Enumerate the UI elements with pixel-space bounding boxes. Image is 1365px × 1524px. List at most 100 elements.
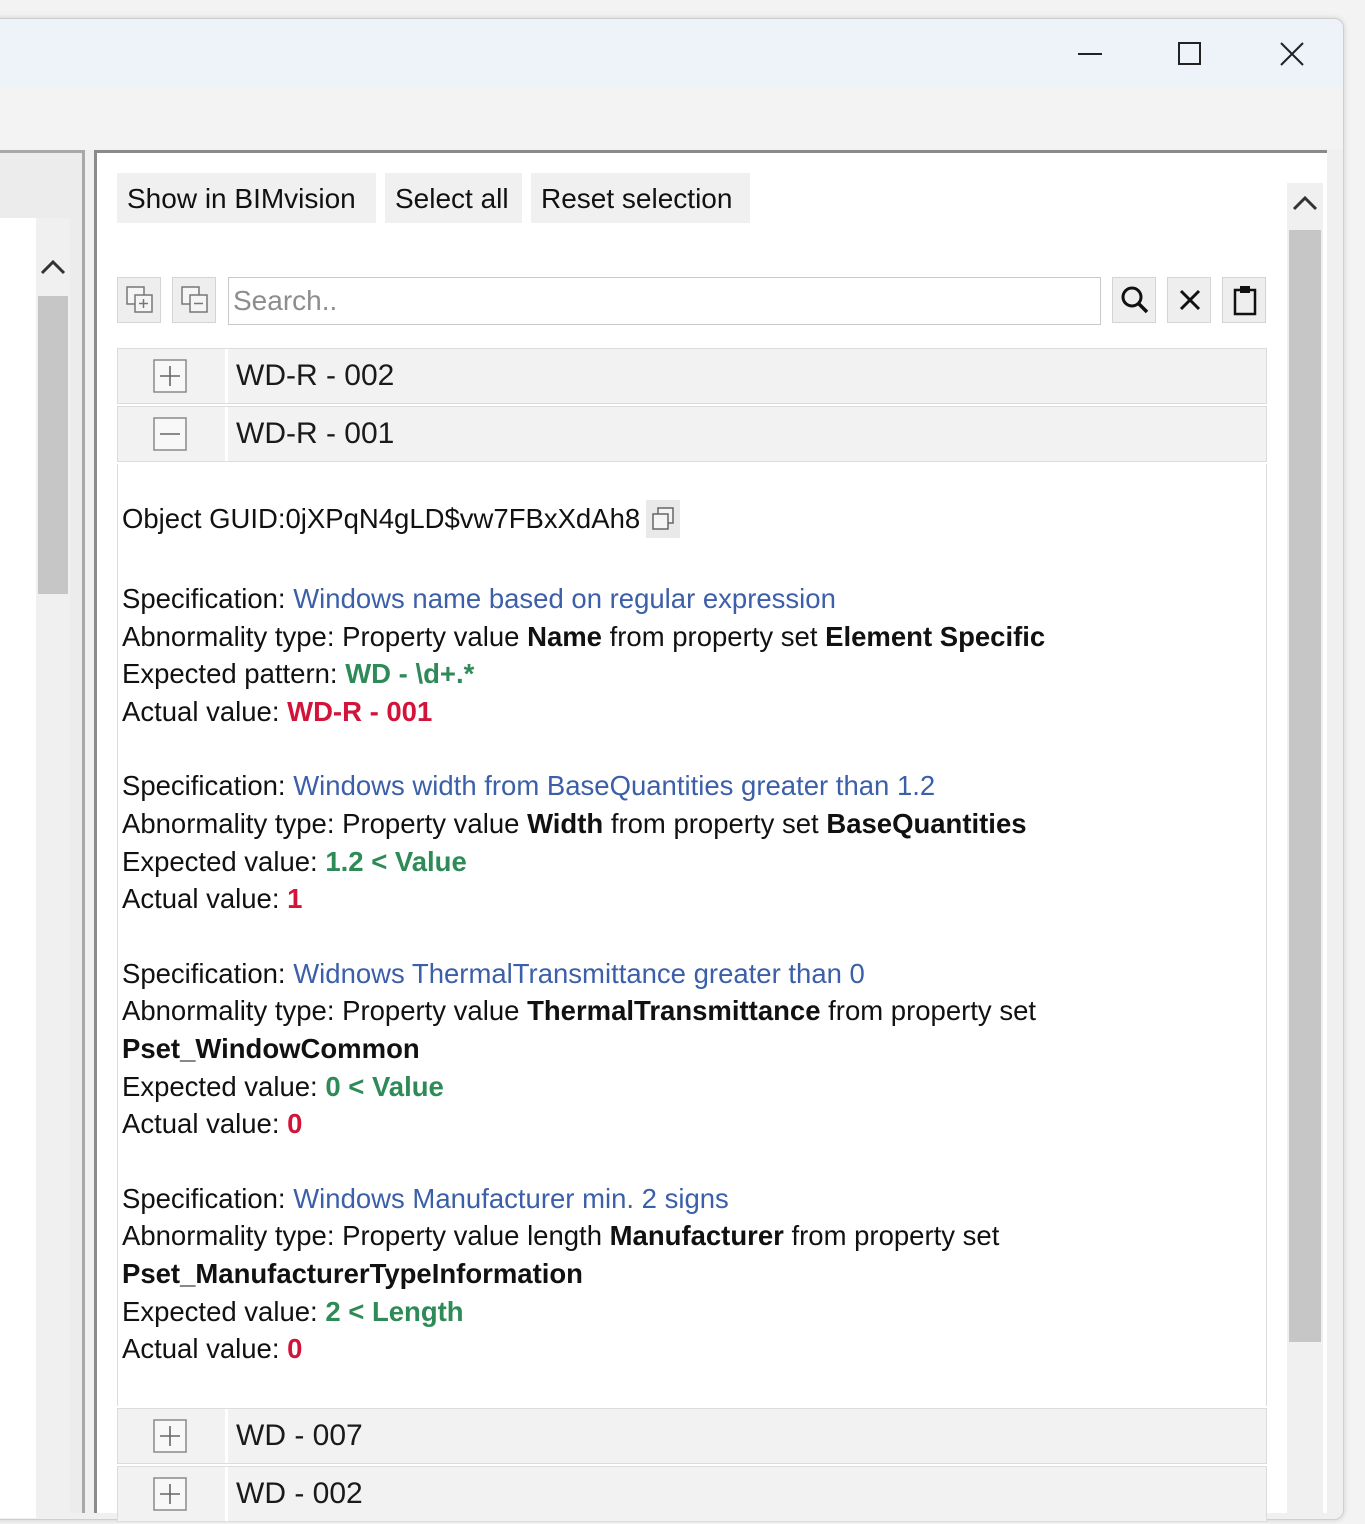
scroll-up-icon[interactable] bbox=[1291, 191, 1319, 217]
maximize-button[interactable] bbox=[1159, 29, 1219, 77]
ab-label: Abnormality type: bbox=[122, 995, 343, 1027]
right-scroll-thumb[interactable] bbox=[1289, 230, 1321, 1342]
plus-box-icon bbox=[153, 359, 187, 393]
spec-block: Specification: Windows name based on reg… bbox=[122, 580, 1266, 730]
spec-line: Specification: Windows name based on reg… bbox=[122, 580, 1266, 618]
spec-block: Specification: Windows width from BaseQu… bbox=[122, 767, 1266, 917]
left-panel-content bbox=[0, 218, 36, 1518]
search-input[interactable] bbox=[228, 277, 1101, 325]
expected-value: 0 < Value bbox=[325, 1070, 444, 1102]
spec-line: Specification: Windows width from BaseQu… bbox=[122, 767, 1266, 805]
close-button[interactable] bbox=[1261, 29, 1321, 77]
collapse-all-icon bbox=[181, 286, 208, 313]
expected-value: WD - \d+.* bbox=[345, 658, 475, 690]
ab-label: Abnormality type: bbox=[122, 1220, 343, 1252]
actual-label: Actual value: bbox=[122, 883, 288, 915]
ab-label: Abnormality type: bbox=[122, 807, 343, 839]
abnormality-line: Abnormality type: Property value Width f… bbox=[122, 805, 1266, 843]
menu-strip bbox=[0, 87, 1343, 149]
actual-label: Actual value: bbox=[122, 1333, 288, 1365]
actual-label: Actual value: bbox=[122, 1108, 288, 1140]
expected-label: Expected value: bbox=[122, 1295, 326, 1327]
spec-block: Specification: Windows Manufacturer min.… bbox=[122, 1180, 1266, 1368]
actual-line: Actual value: 0 bbox=[122, 1105, 1266, 1143]
minimize-button[interactable] bbox=[1059, 29, 1119, 77]
spec-name: Windows name based on regular expression bbox=[293, 583, 836, 614]
expected-label: Expected value: bbox=[122, 1070, 326, 1102]
actual-label: Actual value: bbox=[122, 695, 288, 727]
expected-value: 1.2 < Value bbox=[325, 845, 467, 877]
expand-all-button[interactable] bbox=[117, 277, 161, 323]
tree-node[interactable]: WD - 002 bbox=[117, 1466, 1267, 1522]
guid-value: 0jXPqN4gLD$vw7FBxXdAh8 bbox=[285, 503, 641, 535]
tree-node[interactable]: WD-R - 001 bbox=[117, 406, 1267, 462]
abnormality-line: Abnormality type: Property value Thermal… bbox=[122, 992, 1082, 1067]
expand-toggle[interactable] bbox=[118, 349, 228, 403]
spec-line: Specification: Windows Manufacturer min.… bbox=[122, 1180, 1266, 1218]
right-scrollbar[interactable] bbox=[1287, 183, 1323, 1513]
ab-property-set: Pset_ManufacturerTypeInformation bbox=[122, 1257, 583, 1289]
title-bar bbox=[0, 19, 1343, 87]
node-details: Object GUID: 0jXPqN4gLD$vw7FBxXdAh8 Spec… bbox=[117, 464, 1267, 1406]
ab-pre: Property value bbox=[342, 807, 528, 839]
ab-mid: from property set bbox=[783, 1220, 1000, 1252]
clear-search-button[interactable] bbox=[1167, 277, 1211, 323]
ab-pre: Property value bbox=[342, 995, 528, 1027]
spec-label: Specification: bbox=[122, 583, 294, 614]
spec-label: Specification: bbox=[122, 957, 294, 989]
collapse-toggle[interactable] bbox=[118, 407, 228, 461]
search-button[interactable] bbox=[1112, 277, 1156, 323]
copy-guid-button[interactable] bbox=[646, 500, 681, 538]
plus-box-icon bbox=[153, 1477, 187, 1511]
left-scrollbar[interactable] bbox=[36, 218, 70, 1518]
select-all-button[interactable]: Select all bbox=[385, 173, 522, 223]
ab-property: Manufacturer bbox=[609, 1220, 784, 1252]
expand-toggle[interactable] bbox=[118, 1467, 228, 1521]
tree-node[interactable]: WD - 007 bbox=[117, 1408, 1267, 1464]
clipboard-button[interactable] bbox=[1222, 277, 1266, 323]
action-toolbar: Show in BIMvision Select all Reset selec… bbox=[117, 173, 750, 223]
expected-line: Expected pattern: WD - \d+.* bbox=[122, 655, 1266, 693]
expand-toggle[interactable] bbox=[118, 1409, 228, 1463]
show-in-bimvision-button[interactable]: Show in BIMvision bbox=[117, 173, 376, 223]
tree-node[interactable]: WD-R - 002 bbox=[117, 348, 1267, 404]
plus-box-icon bbox=[153, 1419, 187, 1453]
left-scroll-thumb[interactable] bbox=[38, 296, 68, 594]
expected-value: 2 < Length bbox=[325, 1295, 464, 1327]
clear-icon bbox=[1179, 289, 1201, 311]
minimize-icon bbox=[1078, 53, 1102, 55]
ab-property-set: Pset_WindowCommon bbox=[122, 1032, 420, 1064]
spec-name: Windows width from BaseQuantities greate… bbox=[293, 770, 936, 802]
validation-panel: Show in BIMvision Select all Reset selec… bbox=[94, 150, 1327, 1522]
ab-pre: Property value bbox=[342, 620, 528, 652]
spec-name: Widnows ThermalTransmittance greater tha… bbox=[293, 957, 865, 989]
actual-value: 0 bbox=[287, 1108, 303, 1140]
tree-node-label: WD - 007 bbox=[236, 1419, 363, 1452]
ab-pre: Property value length bbox=[342, 1220, 610, 1252]
copy-icon bbox=[652, 507, 674, 530]
tree-node-label: WD-R - 001 bbox=[236, 417, 395, 450]
collapse-all-button[interactable] bbox=[172, 277, 216, 323]
ab-property-set: Element Specific bbox=[825, 620, 1046, 652]
ab-mid: from property set bbox=[603, 807, 827, 839]
guid-line: Object GUID: 0jXPqN4gLD$vw7FBxXdAh8 bbox=[122, 500, 1266, 538]
scroll-up-icon[interactable] bbox=[39, 256, 67, 278]
actual-line: Actual value: 0 bbox=[122, 1330, 1266, 1368]
search-icon bbox=[1121, 286, 1149, 314]
ab-mid: from property set bbox=[601, 620, 826, 652]
clipboard-icon bbox=[1233, 286, 1257, 316]
guid-label: Object GUID: bbox=[122, 503, 286, 535]
expected-label: Expected pattern: bbox=[122, 658, 346, 690]
abnormality-line: Abnormality type: Property value length … bbox=[122, 1217, 1082, 1292]
ab-property: ThermalTransmittance bbox=[527, 995, 821, 1027]
tree-node-label: WD - 002 bbox=[236, 1477, 363, 1510]
spec-label: Specification: bbox=[122, 770, 294, 802]
spec-name: Windows Manufacturer min. 2 signs bbox=[293, 1182, 729, 1214]
abnormality-line: Abnormality type: Property value Name fr… bbox=[122, 618, 1266, 656]
reset-selection-button[interactable]: Reset selection bbox=[531, 173, 750, 223]
expected-line: Expected value: 2 < Length bbox=[122, 1293, 1266, 1331]
tree-node-label: WD-R - 002 bbox=[236, 359, 395, 392]
actual-value: WD-R - 001 bbox=[287, 695, 433, 727]
ab-property: Width bbox=[527, 807, 604, 839]
left-panel bbox=[0, 150, 85, 1518]
